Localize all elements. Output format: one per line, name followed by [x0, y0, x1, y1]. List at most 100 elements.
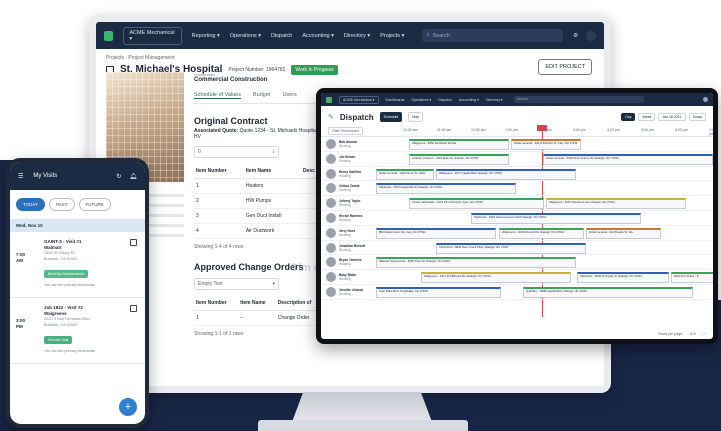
nav-dashboards[interactable]: Dashboards	[386, 98, 405, 102]
column-header[interactable]: Item Number	[194, 164, 244, 179]
date-picker[interactable]: Jan 18 2021	[658, 113, 686, 121]
technician-row: Jennifer Ahmad Working Intan Bake Blvd, Kn…	[321, 285, 713, 300]
view-week-button[interactable]: Week	[638, 113, 656, 121]
rows-per-page-select[interactable]: 10 ▾	[689, 332, 696, 336]
tab-schedule-of-values[interactable]: Schedule of Values	[194, 92, 241, 99]
pager-arrows[interactable]: ‹ ›	[702, 332, 705, 336]
pill-today[interactable]: TODAY	[16, 198, 46, 211]
company-selector[interactable]: ACME Mechanical ▾	[123, 26, 182, 45]
search-input[interactable]: ⌕ Search	[422, 29, 564, 42]
job-block[interactable]: Dollar General - 621 Brooks St, Wa	[586, 227, 661, 239]
app-logo-icon	[326, 96, 332, 103]
nav-operations[interactable]: Operations ▾	[411, 98, 431, 102]
time-label: 11:00 am	[437, 128, 452, 132]
visit-time: 7:00 AM	[16, 252, 25, 264]
technician-text: Jonathan Burkett Working	[339, 244, 365, 252]
job-block[interactable]: Walmart Supercenter - 8000 Town Dr, Rale…	[376, 257, 576, 269]
bell-icon[interactable]: 🔔︎	[129, 173, 137, 180]
technician-info[interactable]: Johnny Taylor Working	[326, 198, 376, 209]
filter-technicians-dropdown[interactable]: Filter Technicians	[328, 127, 363, 135]
job-block[interactable]: Walgreens - 3071 Capital Blvd, Raleigh, …	[436, 168, 576, 180]
technician-row: Hector Ramirez Working Starbucks - 4325 Gl…	[321, 211, 713, 226]
table-row[interactable]: 1 Heaters	[194, 178, 324, 194]
refresh-icon[interactable]: ↻	[116, 173, 121, 180]
table-row[interactable]: 1– Change Order	[194, 310, 324, 326]
tab-users[interactable]: Users	[282, 92, 296, 99]
avatar[interactable]	[703, 97, 708, 102]
technician-info[interactable]: Joe Brown Working	[326, 153, 376, 164]
technician-info[interactable]: Henry Garfield Working	[326, 168, 376, 179]
menu-icon[interactable]: ☰	[18, 173, 23, 180]
change-orders-table: Item Number Item Name Description of 1– C…	[194, 296, 324, 326]
job-block[interactable]: Starbucks - 8000 W Poplar St, Raleigh, N…	[577, 272, 669, 284]
pill-past[interactable]: PAST	[49, 198, 75, 211]
avatar[interactable]	[586, 30, 596, 41]
job-block[interactable]: Walgreens - 4207 Glenwood Ave, Raleigh, …	[546, 198, 686, 210]
job-block[interactable]: Bill Kildaire Farm Rd, Cary, NC 27511	[376, 227, 496, 239]
technician-info[interactable]: Bryan Jimenez Working	[326, 257, 376, 268]
nav-reporting[interactable]: Reporting ▾	[192, 33, 220, 39]
contract-filter-input[interactable]: 0 ⌕	[194, 146, 279, 158]
company-selector[interactable]: ACME Mechanical ▾	[339, 95, 379, 104]
job-block[interactable]: Qual Buy - 8398 Capital Blvd, Raleigh, N…	[523, 286, 693, 298]
job-block[interactable]: Dollar General - 1403 Dover St, Salis	[376, 168, 434, 180]
search-input[interactable]: Search	[513, 96, 644, 103]
table-row[interactable]: 2 HW Pumps	[194, 193, 324, 209]
tab-schedule[interactable]: Schedule	[379, 112, 403, 122]
gear-icon[interactable]: ⚙	[573, 33, 578, 39]
technician-info[interactable]: Hector Ramirez Working	[326, 212, 376, 223]
technician-info[interactable]: Jerry Hunt Working	[326, 227, 376, 238]
job-block[interactable]: Chick-Fil-A - 8000 Deer Creek Pkwy, Rale…	[436, 242, 586, 254]
filter-value: 0	[198, 149, 201, 155]
table-row-count: Showing 1-4 of 4 rows	[194, 244, 244, 250]
search-icon: ⌕	[272, 149, 275, 155]
nav-dispatch[interactable]: Dispatch	[271, 33, 292, 39]
nav-directory[interactable]: Directory ▾	[344, 33, 370, 39]
job-block[interactable]: Walgreens - 2317 W Millbrook Rd, Raleigh…	[421, 272, 571, 284]
pill-future[interactable]: FUTURE	[78, 198, 111, 211]
change-orders-filter-input[interactable]: Empty Text ▾	[194, 278, 279, 290]
job-block[interactable]: Dollar General - 432 N Durham St, Cary, …	[511, 139, 581, 150]
technician-info[interactable]: Jonathan Burkett Working	[326, 242, 376, 253]
technician-info[interactable]: Colton Zarate Working	[326, 183, 376, 194]
avatar	[326, 286, 336, 297]
technician-info[interactable]: Jennifer Ahmad Working	[326, 286, 376, 297]
calendar-icon[interactable]	[130, 239, 137, 246]
column-header[interactable]: Item Name	[238, 296, 276, 311]
job-block[interactable]: Starbucks - 4325 Glenwood Ave K118, Rale…	[471, 212, 641, 224]
nav-dispatch[interactable]: Dispatch	[438, 98, 452, 102]
view-day-button[interactable]: Day	[621, 113, 636, 121]
column-header[interactable]: Item Name	[243, 164, 301, 179]
job-block[interactable]: Starbucks - 500 Fayetteville St, Raleigh…	[376, 183, 516, 195]
time-label: 7:00 pm	[709, 128, 713, 136]
job-block[interactable]: Dollar General - 5416 Rock Quarry Rd, Ra…	[543, 153, 713, 165]
today-button[interactable]: Today	[688, 113, 706, 121]
nav-accounting[interactable]: Accounting ▾	[302, 33, 334, 39]
table-row[interactable]: 3 Gen Duct Install	[194, 208, 324, 224]
job-block[interactable]: Walgreens - 9050 Strickland Rd Ste	[409, 139, 509, 150]
nav-directory[interactable]: Directory ▾	[486, 98, 503, 102]
visit-card[interactable]: 3:00 PM Job 1622 - Visit #2 Walgreens 20…	[10, 298, 145, 364]
job-block[interactable]: GMC Port Plaza - 8	[671, 272, 713, 284]
job-block[interactable]: Costco Wholesale - 1021 Pine Plaza Dr, A…	[409, 198, 544, 210]
tab-budget[interactable]: Budget	[253, 92, 270, 99]
breadcrumb[interactable]: Projects : Project Management	[106, 55, 594, 61]
nav-operations[interactable]: Operations ▾	[230, 33, 261, 39]
technician-info[interactable]: Baby Blake Working	[326, 272, 376, 283]
nav-accounting[interactable]: Accounting ▾	[459, 98, 479, 102]
job-block[interactable]: Intan Bake Blvd, Knightdale, NC 27545	[376, 286, 501, 298]
technician-info[interactable]: Bob Ahmad Working	[326, 139, 376, 149]
tab-map[interactable]: Map	[408, 112, 424, 122]
add-visit-button[interactable]: +	[119, 398, 137, 416]
job-block[interactable]: Graham Chevron - 1916 Main St, Graham, N…	[409, 153, 509, 165]
technician-row: Joe Brown Working Graham Chevron - 1916 Ma…	[321, 152, 713, 167]
job-block[interactable]: Walgreens - 11201 Durant Rd, Raleigh, NC…	[499, 227, 584, 239]
table-row[interactable]: 4 Air Ductwork	[194, 223, 324, 239]
visit-card[interactable]: 7:00 AM GAINT-3 - Visit #1 Walmart 1304 …	[10, 232, 145, 298]
cell-item-number: 1	[194, 178, 244, 194]
calendar-icon[interactable]	[130, 305, 137, 312]
technician-status: Working	[339, 262, 351, 267]
column-header[interactable]: Item Number	[194, 296, 239, 311]
edit-project-button[interactable]: EDIT PROJECT	[538, 59, 592, 75]
nav-projects[interactable]: Projects ▾	[380, 33, 404, 39]
